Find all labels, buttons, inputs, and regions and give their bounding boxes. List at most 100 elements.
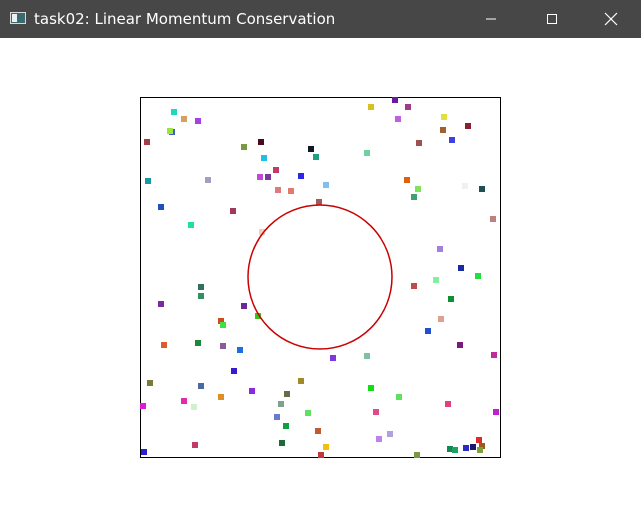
- particle: [283, 423, 289, 429]
- particle: [140, 403, 146, 409]
- particle: [438, 316, 444, 322]
- particle: [491, 352, 497, 358]
- particle: [278, 401, 284, 407]
- particle: [396, 394, 402, 400]
- particle: [316, 199, 322, 205]
- particle: [411, 194, 417, 200]
- particle: [195, 340, 201, 346]
- particle: [198, 284, 204, 290]
- app-window-icon: [10, 12, 26, 24]
- minimize-button[interactable]: [468, 0, 514, 38]
- close-icon: [604, 12, 618, 26]
- particle: [405, 104, 411, 110]
- particle: [441, 114, 447, 120]
- particle: [220, 343, 226, 349]
- particle: [313, 154, 319, 160]
- particle: [171, 109, 177, 115]
- window-title: task02: Linear Momentum Conservation: [34, 10, 336, 28]
- particle: [257, 174, 263, 180]
- particle: [452, 447, 458, 453]
- maximize-icon: [547, 14, 557, 24]
- particle: [231, 368, 237, 374]
- particle: [181, 398, 187, 404]
- particle: [437, 246, 443, 252]
- particle: [416, 140, 422, 146]
- particle: [258, 139, 264, 145]
- particle: [493, 409, 499, 415]
- particle: [305, 410, 311, 416]
- particle: [463, 445, 469, 451]
- particle: [218, 394, 224, 400]
- particle: [181, 116, 187, 122]
- particle: [192, 442, 198, 448]
- title-bar[interactable]: task02: Linear Momentum Conservation: [0, 0, 641, 38]
- particle: [364, 353, 370, 359]
- app-window: task02: Linear Momentum Conservation: [0, 0, 641, 518]
- particle: [440, 127, 446, 133]
- particle: [265, 174, 271, 180]
- particle: [141, 449, 147, 455]
- particle: [288, 188, 294, 194]
- particle: [284, 391, 290, 397]
- particle: [411, 283, 417, 289]
- particle: [368, 104, 374, 110]
- particle: [158, 204, 164, 210]
- particle: [158, 301, 164, 307]
- particle: [477, 447, 483, 453]
- particle: [449, 137, 455, 143]
- simulation-canvas: [140, 97, 501, 458]
- particle: [392, 97, 398, 103]
- particle: [249, 388, 255, 394]
- particle: [462, 183, 468, 189]
- particle: [241, 144, 247, 150]
- particle: [161, 342, 167, 348]
- particle: [274, 414, 280, 420]
- particle: [273, 167, 279, 173]
- particle: [298, 173, 304, 179]
- particle: [308, 146, 314, 152]
- particle: [279, 440, 285, 446]
- particle: [145, 178, 151, 184]
- particle: [315, 428, 321, 434]
- particle: [373, 409, 379, 415]
- particle: [144, 139, 150, 145]
- particle: [387, 431, 393, 437]
- particle: [415, 186, 421, 192]
- particle: [261, 155, 267, 161]
- particle: [376, 436, 382, 442]
- particle: [470, 444, 476, 450]
- particle: [475, 273, 481, 279]
- particle: [465, 123, 471, 129]
- particle: [368, 385, 374, 391]
- particle: [458, 265, 464, 271]
- particle: [318, 452, 324, 458]
- particle: [241, 303, 247, 309]
- particle: [404, 177, 410, 183]
- particle: [323, 444, 329, 450]
- particle: [425, 328, 431, 334]
- particle: [205, 177, 211, 183]
- particle: [330, 355, 336, 361]
- particle: [230, 208, 236, 214]
- particle: [167, 128, 173, 134]
- minimize-icon: [486, 18, 496, 20]
- particle: [476, 437, 482, 443]
- particle: [490, 216, 496, 222]
- particle: [220, 322, 226, 328]
- particle: [298, 378, 304, 384]
- particle: [147, 380, 153, 386]
- particle: [237, 347, 243, 353]
- particle: [433, 277, 439, 283]
- particle: [195, 118, 201, 124]
- particle: [479, 186, 485, 192]
- particle: [198, 383, 204, 389]
- particle: [457, 342, 463, 348]
- particle: [448, 296, 454, 302]
- particle: [445, 401, 451, 407]
- particle: [323, 182, 329, 188]
- close-button[interactable]: [588, 0, 634, 38]
- particle: [188, 222, 194, 228]
- particle: [275, 187, 281, 193]
- maximize-button[interactable]: [529, 0, 575, 38]
- particle: [414, 452, 420, 458]
